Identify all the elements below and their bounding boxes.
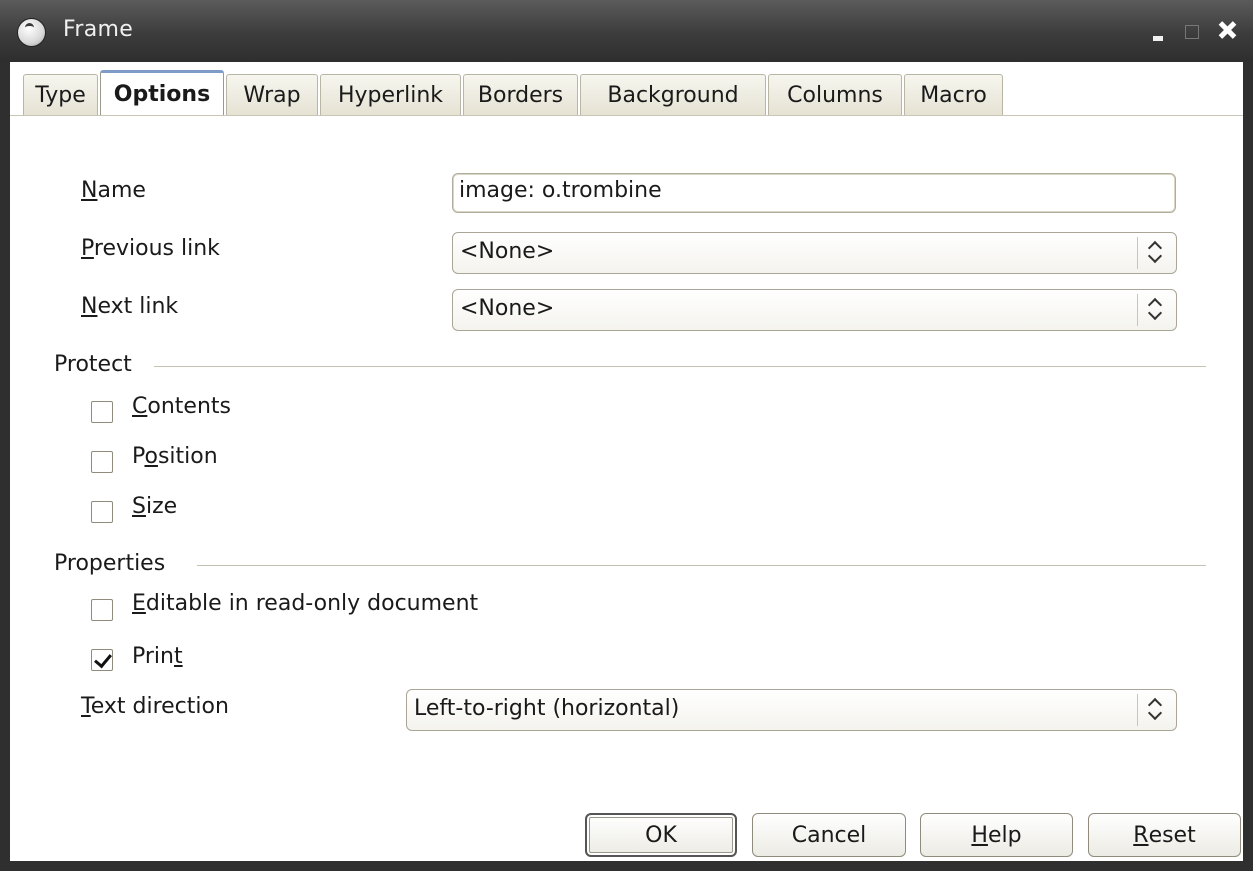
tab-borders[interactable]: Borders [463, 74, 578, 116]
spin-arrows-icon [1137, 237, 1176, 269]
text-direction-value: Left-to-right (horizontal) [414, 696, 680, 721]
tab-wrap[interactable]: Wrap [226, 74, 318, 116]
previous-link-label: Previous link [81, 236, 220, 261]
editable-checkbox[interactable] [91, 599, 113, 621]
title-bar[interactable]: Frame [0, 0, 1253, 63]
window-title: Frame [63, 17, 134, 42]
help-button[interactable]: Help [920, 813, 1073, 857]
name-label: Name [81, 178, 146, 203]
name-input[interactable]: image: o.trombine [452, 173, 1176, 213]
app-icon [17, 18, 46, 47]
contents-label[interactable]: Contents [132, 394, 231, 419]
next-link-label: Next link [81, 294, 179, 319]
tab-divider [10, 115, 1243, 116]
position-checkbox[interactable] [91, 451, 113, 473]
tab-hyperlink[interactable]: Hyperlink [320, 74, 461, 116]
window-border-right [1243, 62, 1253, 871]
tab-background[interactable]: Background [580, 74, 766, 116]
spin-arrows-icon [1137, 694, 1176, 726]
close-icon[interactable] [1212, 14, 1242, 46]
size-label[interactable]: Size [132, 494, 177, 519]
print-label[interactable]: Print [132, 644, 183, 669]
position-label[interactable]: Position [132, 444, 218, 469]
properties-group-title: Properties [54, 551, 166, 576]
editable-label[interactable]: Editable in read-only document [132, 591, 478, 616]
minimize-icon[interactable] [1148, 14, 1168, 46]
tab-macro[interactable]: Macro [904, 74, 1003, 116]
protect-group-title: Protect [54, 352, 132, 377]
tab-bar: Type Options Wrap Hyperlink Borders Back… [23, 70, 1005, 116]
previous-link-select[interactable]: <None> [452, 232, 1177, 274]
window-border-left [0, 62, 10, 871]
protect-group-line [154, 366, 1206, 367]
reset-button[interactable]: Reset [1088, 813, 1241, 857]
properties-group-line [197, 565, 1206, 566]
previous-link-value: <None> [460, 239, 555, 264]
ok-button[interactable]: OK [585, 813, 737, 857]
tab-columns[interactable]: Columns [768, 74, 902, 116]
size-checkbox[interactable] [91, 501, 113, 523]
print-checkbox[interactable] [91, 649, 113, 671]
cancel-button[interactable]: Cancel [752, 813, 906, 857]
next-link-value: <None> [460, 296, 555, 321]
maximize-icon[interactable] [1180, 14, 1202, 46]
tab-type[interactable]: Type [23, 74, 98, 116]
contents-checkbox[interactable] [91, 401, 113, 423]
text-direction-select[interactable]: Left-to-right (horizontal) [406, 689, 1177, 731]
text-direction-label: Text direction [81, 694, 229, 719]
window-border-bottom [0, 861, 1253, 871]
spin-arrows-icon [1137, 294, 1176, 326]
next-link-select[interactable]: <None> [452, 289, 1177, 331]
tab-options[interactable]: Options [100, 70, 224, 116]
